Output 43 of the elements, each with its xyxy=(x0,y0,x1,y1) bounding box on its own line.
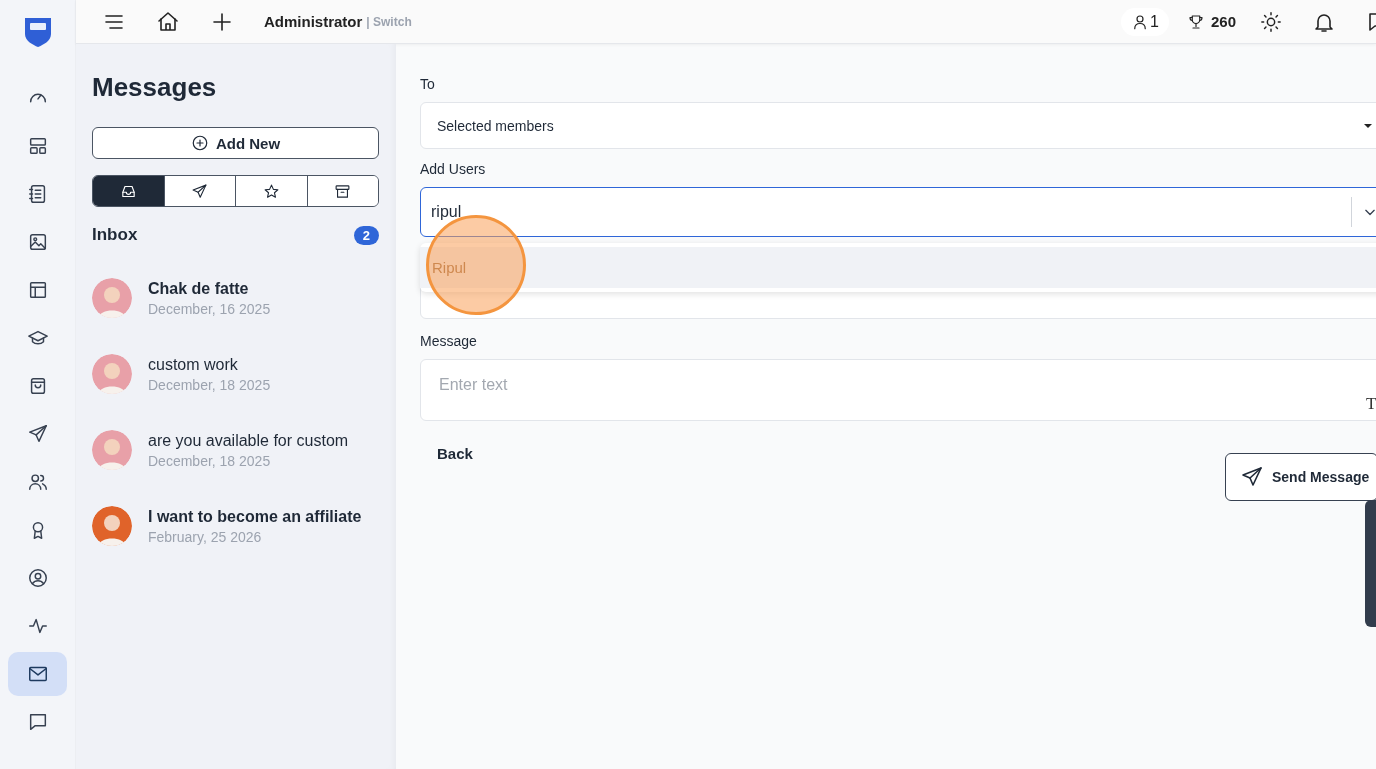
field-label: Add Users xyxy=(420,161,487,177)
folder-tab[interactable] xyxy=(93,176,164,206)
panel-title: Messages xyxy=(92,72,218,103)
users-icon xyxy=(26,471,49,493)
user-search-field[interactable]: ripul xyxy=(420,187,1376,237)
user-circle-icon xyxy=(26,567,49,589)
recipient-select[interactable]: Selected members xyxy=(420,102,1376,149)
archive-icon xyxy=(334,182,352,200)
message-field[interactable]: Enter text T xyxy=(420,359,1376,421)
field-label: To xyxy=(420,76,436,92)
thread-date: December, 18 2025 xyxy=(148,376,271,393)
send-icon xyxy=(1240,465,1264,489)
send-icon xyxy=(191,182,209,200)
users-count-chip[interactable]: 1 xyxy=(1121,7,1169,36)
folder-tab[interactable] xyxy=(235,176,307,206)
folder-tab[interactable] xyxy=(163,176,235,206)
sun-icon xyxy=(1260,10,1282,33)
home-icon xyxy=(156,9,180,34)
star-icon xyxy=(262,182,280,200)
points-count: 260 xyxy=(1210,13,1236,30)
role-label: Administrator xyxy=(264,13,363,30)
trophy-icon xyxy=(1186,12,1205,31)
thread-subject[interactable]: are you available for custom xyxy=(148,431,349,450)
thread-date: December, 16 2025 xyxy=(148,300,271,317)
add-new-button[interactable]: Add New xyxy=(92,127,379,159)
avatar[interactable] xyxy=(92,506,132,546)
thread-subject[interactable]: Chak de fatte xyxy=(148,279,271,298)
field-label: Message xyxy=(420,333,478,349)
folder-title: Inbox xyxy=(92,225,138,245)
caret-icon xyxy=(1364,124,1372,128)
back-button[interactable]: Back xyxy=(420,437,490,470)
thread-subject[interactable]: custom work xyxy=(148,355,271,374)
nav-item[interactable] xyxy=(8,652,67,696)
text-format-icon[interactable]: T xyxy=(1366,394,1376,414)
thread-date: February, 25 2026 xyxy=(148,528,263,545)
thread-subject[interactable]: I want to become an affiliate xyxy=(148,507,362,526)
thread-date: December, 18 2025 xyxy=(148,452,272,469)
unread-badge: 2 xyxy=(353,225,379,245)
send-icon xyxy=(26,423,49,445)
logo-icon[interactable] xyxy=(22,15,53,47)
plus-circle-icon xyxy=(190,134,209,152)
send-message-button[interactable]: Send Message xyxy=(1225,453,1376,501)
folder-tab[interactable] xyxy=(306,176,378,206)
